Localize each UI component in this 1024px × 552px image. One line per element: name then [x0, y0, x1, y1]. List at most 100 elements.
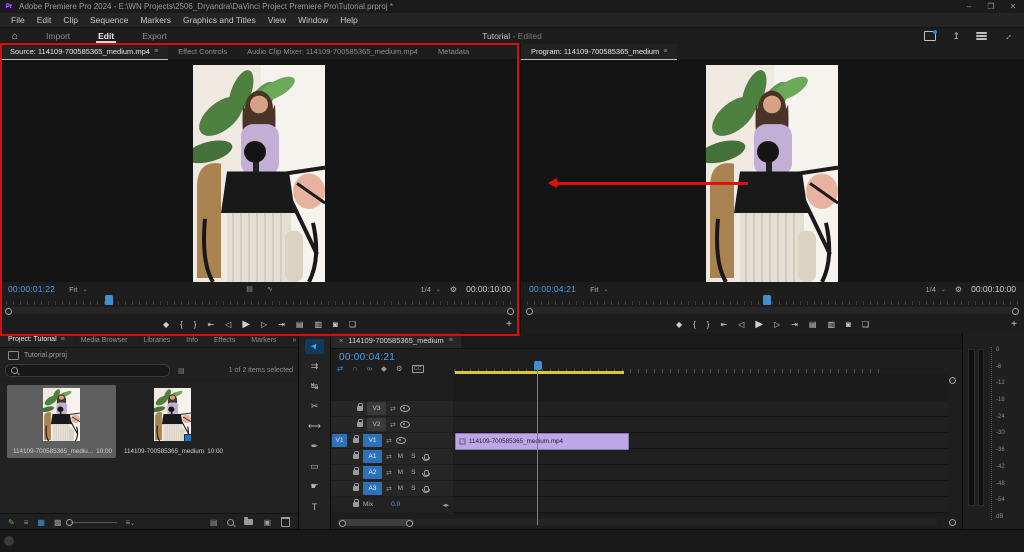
tab-program[interactable]: Program: 114109-700585365_medium ≡	[521, 44, 677, 60]
track-select-forward-tool[interactable]: ⇉	[305, 359, 324, 374]
keyframe-nav-icon[interactable]: ◂▸	[442, 501, 449, 509]
track-lock-icon[interactable]	[357, 406, 363, 411]
delete-button[interactable]	[281, 517, 290, 527]
add-marker-button[interactable]: ◆	[381, 364, 387, 373]
go-to-out-button[interactable]: ⇥	[791, 320, 798, 329]
track-target-v1[interactable]: V1	[363, 434, 382, 447]
panel-menu-icon[interactable]: ≡	[449, 337, 453, 344]
mute-button[interactable]: M	[396, 469, 405, 476]
minimize-button[interactable]: –	[958, 2, 980, 11]
project-item-sequence[interactable]: 114109-700585365_medium 10:00	[118, 385, 227, 458]
track-target-a2[interactable]: A2	[363, 466, 382, 479]
tab-source[interactable]: Source: 114109-700585365_medium.mp4 ≡	[0, 44, 168, 60]
track-target-v2[interactable]: V2	[367, 418, 386, 431]
tab-effects[interactable]: Effects	[206, 333, 243, 347]
sync-lock-icon[interactable]: ⇄	[386, 437, 392, 445]
panel-menu-icon[interactable]: ≡	[663, 48, 667, 55]
track-lane-v3[interactable]	[454, 401, 948, 417]
new-item-button[interactable]: ▣	[263, 518, 271, 527]
comparison-view-button[interactable]: ❏	[862, 320, 869, 329]
in-out-filter-icon[interactable]: ▤	[178, 367, 185, 375]
sync-lock-icon[interactable]: ⇄	[386, 469, 392, 477]
solo-button[interactable]: S	[409, 485, 418, 492]
project-item-selected[interactable]: 114109-700585365_mediu... 10:00	[7, 385, 116, 458]
workspaces-icon[interactable]	[976, 32, 987, 40]
timeline-clip[interactable]: fx 114109-700585365_medium.mp4	[455, 433, 629, 450]
vertical-scroll-handle-top[interactable]	[949, 377, 956, 384]
tab-media-browser[interactable]: Media Browser	[73, 333, 136, 347]
export-frame-button[interactable]: ◙	[333, 320, 338, 329]
source-scrubber[interactable]	[6, 296, 513, 305]
panel-menu-icon[interactable]: ≡	[154, 48, 158, 55]
toggle-track-output-icon[interactable]	[400, 421, 410, 428]
mark-out-button[interactable]: }	[194, 320, 197, 329]
zoom-handle-right[interactable]	[406, 520, 413, 527]
captions-icon[interactable]: CC	[412, 365, 424, 373]
track-target-a1[interactable]: A1	[363, 450, 382, 463]
overwrite-button[interactable]: ▥	[314, 320, 322, 329]
timeline-settings-wrench-icon[interactable]: ⚙	[396, 364, 403, 373]
button-editor-button[interactable]: +	[506, 316, 512, 333]
go-to-out-button[interactable]: ⇥	[278, 320, 285, 329]
find-button[interactable]	[227, 519, 234, 526]
mark-in-button[interactable]: {	[693, 320, 696, 329]
tab-edit[interactable]: Edit	[84, 28, 128, 44]
project-breadcrumb[interactable]: Tutorial.prproj	[0, 348, 298, 362]
sort-button[interactable]: ≡⌄	[126, 518, 136, 527]
selection-tool[interactable]: ➤	[305, 339, 324, 354]
writable-indicator-icon[interactable]: ✎	[8, 518, 15, 527]
track-lane-a2[interactable]	[454, 465, 948, 481]
button-editor-button[interactable]: +	[1011, 316, 1017, 333]
track-lock-icon[interactable]	[353, 438, 359, 443]
voice-over-record-icon[interactable]	[424, 486, 429, 492]
menu-help[interactable]: Help	[334, 15, 363, 25]
source-patch-empty[interactable]	[332, 498, 347, 511]
source-playhead[interactable]	[105, 295, 113, 305]
maximize-button[interactable]: ❐	[980, 2, 1002, 11]
zoom-handle-right[interactable]	[507, 308, 514, 315]
scrollbar-thumb[interactable]	[338, 519, 414, 526]
tab-metadata[interactable]: Metadata	[428, 44, 479, 59]
insert-button[interactable]: ▤	[296, 320, 304, 329]
track-lock-icon[interactable]	[353, 470, 359, 475]
go-to-in-button[interactable]: ⇤	[207, 320, 214, 329]
export-frame-button[interactable]: ◙	[846, 320, 851, 329]
source-patch-empty[interactable]	[332, 466, 347, 479]
source-patch-empty[interactable]	[332, 450, 347, 463]
voice-over-record-icon[interactable]	[424, 470, 429, 476]
fullscreen-icon[interactable]: ↔	[1001, 29, 1014, 42]
mix-gain-value[interactable]: 0.0	[391, 501, 400, 508]
play-button[interactable]: ▶	[242, 319, 250, 330]
mark-out-button[interactable]: }	[707, 320, 710, 329]
drag-audio-only-icon[interactable]: ∿	[267, 285, 273, 293]
tab-audio-clip-mixer[interactable]: Audio Clip Mixer: 114109-700585365_mediu…	[237, 44, 428, 59]
home-icon[interactable]: ⌂	[12, 31, 18, 42]
track-lane-mix[interactable]	[454, 497, 948, 513]
type-tool[interactable]: T	[305, 499, 324, 514]
step-back-button[interactable]: ◁	[738, 320, 744, 329]
tab-import[interactable]: Import	[32, 28, 84, 44]
mute-button[interactable]: M	[396, 485, 405, 492]
track-lane-a3[interactable]	[454, 481, 948, 497]
timeline-playhead[interactable]	[534, 361, 542, 370]
track-lock-icon[interactable]	[357, 422, 363, 427]
tab-overflow[interactable]: »	[285, 333, 298, 347]
status-notification-icon[interactable]	[4, 536, 14, 546]
tab-project[interactable]: Project: Tutorial ≡	[0, 333, 73, 348]
lift-button[interactable]: ▤	[809, 320, 817, 329]
razor-tool[interactable]: ✂	[305, 399, 324, 414]
freeform-view-button[interactable]: ▩	[54, 518, 62, 527]
project-items-area[interactable]: 114109-700585365_mediu... 10:00 114109-7…	[0, 382, 298, 514]
menu-window[interactable]: Window	[292, 15, 334, 25]
program-scrubber[interactable]	[527, 296, 1018, 305]
solo-button[interactable]: S	[409, 469, 418, 476]
menu-file[interactable]: File	[5, 15, 31, 25]
list-view-button[interactable]: ≡	[24, 518, 29, 527]
menu-edit[interactable]: Edit	[31, 15, 58, 25]
step-back-button[interactable]: ◁	[225, 320, 231, 329]
go-to-in-button[interactable]: ⇤	[720, 320, 727, 329]
tab-effect-controls[interactable]: Effect Controls	[168, 44, 237, 59]
track-lock-icon[interactable]	[353, 454, 359, 459]
timeline-timecode[interactable]: 00:00:04:21	[339, 352, 395, 363]
source-patch-empty[interactable]	[332, 482, 347, 495]
